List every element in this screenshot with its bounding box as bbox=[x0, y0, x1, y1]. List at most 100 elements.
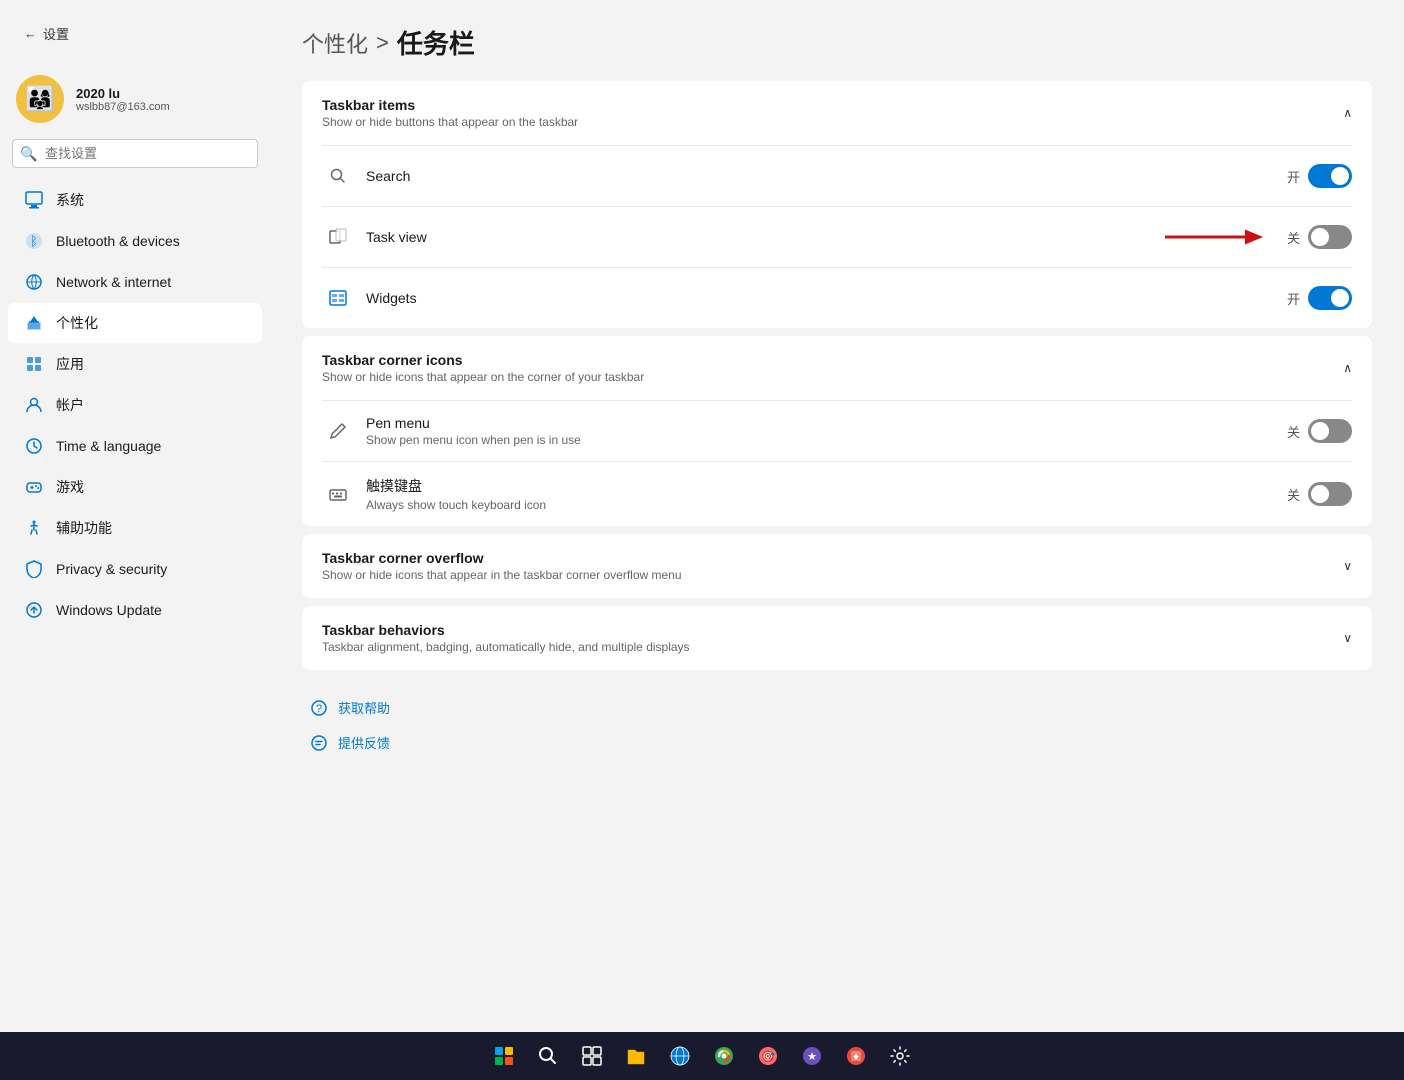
nav-icon-gaming bbox=[24, 477, 44, 497]
nav-bluetooth[interactable]: ᛒ Bluetooth & devices bbox=[8, 221, 262, 261]
nav-label-accounts: 帐户 bbox=[56, 395, 84, 415]
breadcrumb: 个性化 > 任务栏 bbox=[302, 24, 1372, 61]
nav-time[interactable]: Time & language bbox=[8, 426, 262, 466]
widgets-setting-icon bbox=[322, 282, 354, 314]
taskbar-app2-button[interactable]: ★ bbox=[794, 1038, 830, 1074]
touch-keyboard-toggle-knob bbox=[1311, 485, 1329, 503]
corner-overflow-subtitle: Show or hide icons that appear in the ta… bbox=[322, 568, 682, 582]
pen-menu-setting-row: Pen menu Show pen menu icon when pen is … bbox=[302, 401, 1372, 461]
back-button[interactable]: ← 设置 bbox=[16, 20, 77, 47]
widgets-toggle-label: 开 bbox=[1287, 289, 1300, 308]
nav-icon-personalization bbox=[24, 313, 44, 333]
footer-links: ? 获取帮助 提供反馈 bbox=[302, 690, 1372, 760]
svg-text:★: ★ bbox=[807, 1051, 817, 1063]
touch-keyboard-toggle-slider[interactable] bbox=[1308, 482, 1352, 506]
nav-gaming[interactable]: 游戏 bbox=[8, 467, 262, 507]
user-email: wslbb87@163.com bbox=[76, 101, 170, 113]
search-toggle-label: 开 bbox=[1287, 167, 1300, 186]
nav-icon-apps bbox=[24, 354, 44, 374]
nav-label-network: Network & internet bbox=[56, 274, 171, 290]
search-toggle-slider[interactable] bbox=[1308, 164, 1352, 188]
nav-icon-network bbox=[24, 272, 44, 292]
touch-keyboard-toggle[interactable] bbox=[1308, 482, 1352, 506]
nav-label-update: Windows Update bbox=[56, 602, 162, 618]
pen-menu-label: Pen menu bbox=[366, 415, 1287, 431]
avatar: 👨‍👩‍👧 bbox=[16, 75, 64, 123]
pen-menu-sublabel: Show pen menu icon when pen is in use bbox=[366, 433, 1287, 447]
red-arrow-indicator bbox=[1155, 223, 1275, 251]
feedback-label: 提供反馈 bbox=[338, 733, 390, 752]
taskview-toggle-knob bbox=[1311, 228, 1329, 246]
taskbar-items-header[interactable]: Taskbar items Show or hide buttons that … bbox=[302, 81, 1372, 145]
breadcrumb-parent: 个性化 bbox=[302, 27, 368, 59]
nav-accessibility[interactable]: 辅助功能 bbox=[8, 508, 262, 548]
nav-label-personalization: 个性化 bbox=[56, 313, 98, 333]
corner-overflow-header[interactable]: Taskbar corner overflow Show or hide ico… bbox=[302, 534, 1372, 598]
taskbar-browser1-button[interactable] bbox=[662, 1038, 698, 1074]
taskbar-taskview-button[interactable] bbox=[574, 1038, 610, 1074]
search-setting-row: Search 开 bbox=[302, 146, 1372, 206]
taskview-toggle-slider[interactable] bbox=[1308, 225, 1352, 249]
pen-menu-toggle-label: 关 bbox=[1287, 422, 1300, 441]
corner-overflow-title: Taskbar corner overflow bbox=[322, 550, 682, 566]
user-info: 2020 lu wslbb87@163.com bbox=[76, 86, 170, 113]
svg-text:?: ? bbox=[316, 703, 322, 715]
taskbar-items-chevron: ∧ bbox=[1343, 106, 1352, 120]
nav-label-bluetooth: Bluetooth & devices bbox=[56, 233, 180, 249]
start-button[interactable] bbox=[486, 1038, 522, 1074]
nav-update[interactable]: Windows Update bbox=[8, 590, 262, 630]
taskview-row-wrapper: Task view 关 bbox=[302, 207, 1372, 267]
nav-icon-privacy bbox=[24, 559, 44, 579]
nav-icon-accounts bbox=[24, 395, 44, 415]
nav-system[interactable]: 系统 bbox=[8, 180, 262, 220]
breadcrumb-separator: > bbox=[376, 30, 389, 56]
behaviors-title: Taskbar behaviors bbox=[322, 622, 690, 638]
widgets-toggle-knob bbox=[1331, 289, 1349, 307]
nav-personalization[interactable]: 个性化 bbox=[8, 303, 262, 343]
search-toggle-knob bbox=[1331, 167, 1349, 185]
nav-privacy[interactable]: Privacy & security bbox=[8, 549, 262, 589]
search-setting-label: Search bbox=[366, 168, 1287, 184]
sidebar: ← 设置 👨‍👩‍👧 2020 lu wslbb87@163.com 🔍 系统 bbox=[0, 0, 270, 1032]
nav-accounts[interactable]: 帐户 bbox=[8, 385, 262, 425]
search-setting-icon bbox=[322, 160, 354, 192]
nav-network[interactable]: Network & internet bbox=[8, 262, 262, 302]
taskview-setting-label: Task view bbox=[366, 229, 1155, 245]
nav-label-gaming: 游戏 bbox=[56, 477, 84, 497]
feedback-link[interactable]: 提供反馈 bbox=[310, 725, 1364, 760]
nav-label-accessibility: 辅助功能 bbox=[56, 518, 112, 538]
search-input[interactable] bbox=[12, 139, 258, 168]
taskbar-items-card: Taskbar items Show or hide buttons that … bbox=[302, 81, 1372, 328]
window-title-label: 设置 bbox=[43, 24, 69, 43]
nav-apps[interactable]: 应用 bbox=[8, 344, 262, 384]
breadcrumb-current: 任务栏 bbox=[397, 24, 475, 61]
behaviors-header[interactable]: Taskbar behaviors Taskbar alignment, bad… bbox=[302, 606, 1372, 670]
user-name: 2020 lu bbox=[76, 86, 170, 101]
taskbar-app1-button[interactable]: 🎯 bbox=[750, 1038, 786, 1074]
corner-icons-header[interactable]: Taskbar corner icons Show or hide icons … bbox=[302, 336, 1372, 400]
taskbar-app3-button[interactable]: ♦ bbox=[838, 1038, 874, 1074]
taskbar-items-subtitle: Show or hide buttons that appear on the … bbox=[322, 115, 578, 129]
back-icon: ← bbox=[24, 26, 37, 41]
search-toggle[interactable] bbox=[1308, 164, 1352, 188]
pen-menu-toggle-area: 关 bbox=[1287, 419, 1352, 443]
help-link[interactable]: ? 获取帮助 bbox=[310, 690, 1364, 725]
taskbar-settings-button[interactable] bbox=[882, 1038, 918, 1074]
touch-keyboard-row: 触摸键盘 Always show touch keyboard icon 关 bbox=[302, 462, 1372, 526]
user-section: 👨‍👩‍👧 2020 lu wslbb87@163.com bbox=[0, 63, 270, 139]
widgets-toggle-slider[interactable] bbox=[1308, 286, 1352, 310]
taskbar-browser2-button[interactable] bbox=[706, 1038, 742, 1074]
pen-menu-toggle-knob bbox=[1311, 422, 1329, 440]
pen-menu-toggle-slider[interactable] bbox=[1308, 419, 1352, 443]
taskbar-files-button[interactable] bbox=[618, 1038, 654, 1074]
widgets-setting-label: Widgets bbox=[366, 290, 1287, 306]
behaviors-chevron: ∨ bbox=[1343, 631, 1352, 645]
pen-menu-toggle[interactable] bbox=[1308, 419, 1352, 443]
nav-label-system: 系统 bbox=[56, 190, 84, 210]
search-box: 🔍 bbox=[12, 139, 258, 168]
nav-icon-time bbox=[24, 436, 44, 456]
taskview-toggle[interactable] bbox=[1308, 225, 1352, 249]
search-toggle-area: 开 bbox=[1287, 164, 1352, 188]
taskbar-search-button[interactable] bbox=[530, 1038, 566, 1074]
widgets-toggle[interactable] bbox=[1308, 286, 1352, 310]
